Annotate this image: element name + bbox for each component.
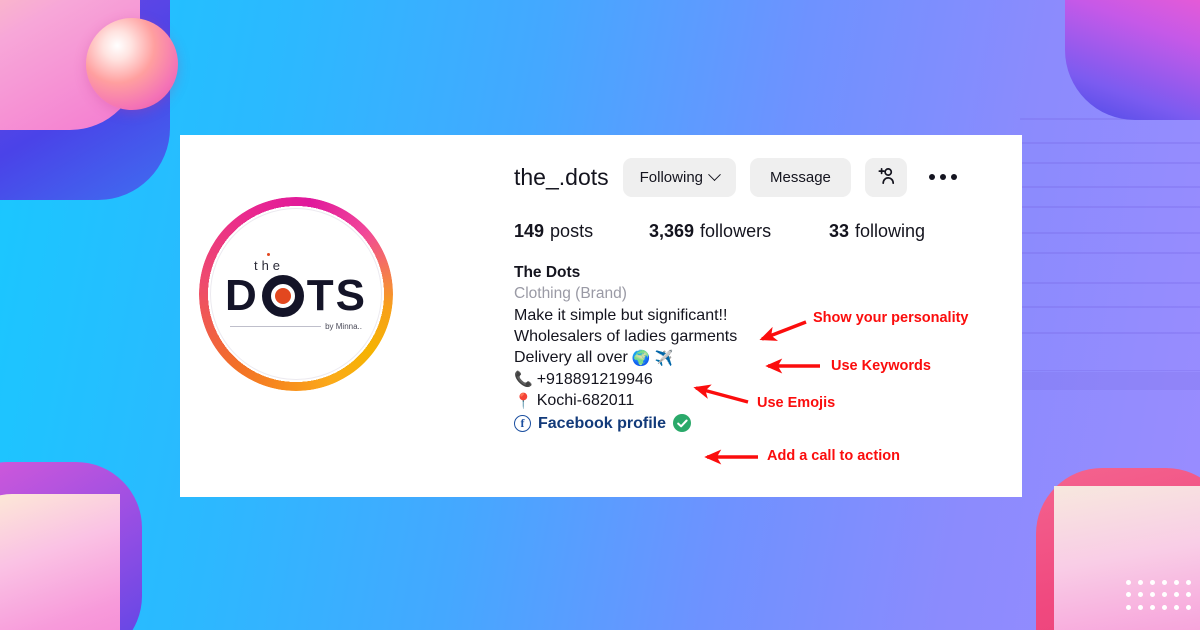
- facebook-link-label: Facebook profile: [538, 414, 667, 432]
- add-person-button[interactable]: [864, 157, 907, 197]
- stat-posts-label: posts: [550, 221, 594, 241]
- annotation-call-to-action: Add a call to action: [767, 448, 900, 464]
- logo-byline: by Minna..: [230, 322, 362, 331]
- bio-facebook-link[interactable]: f Facebook profile: [514, 413, 1014, 434]
- logo-the-text: the: [254, 252, 284, 273]
- annotation-use-emojis: Use Emojis: [757, 395, 836, 411]
- stat-posts-value: 149: [514, 221, 545, 241]
- bio-phone-number: +918891219946: [536, 370, 653, 388]
- globe-icon: 🌍: [631, 349, 651, 367]
- stat-followers[interactable]: 3,369 followers: [649, 221, 829, 242]
- more-dot: [939, 174, 946, 180]
- bio-display-name: The Dots: [514, 264, 581, 281]
- deco-bottom-left-inner-shape: [0, 494, 120, 630]
- more-dot: [928, 174, 935, 180]
- message-button[interactable]: Message: [750, 157, 851, 197]
- annotation-show-personality: Show your personality: [813, 310, 969, 326]
- bio-location-text: Kochi-682011: [536, 392, 635, 410]
- stat-following-value: 33: [829, 221, 850, 241]
- deco-glossy-sphere: [86, 18, 178, 110]
- profile-stats-row: 149 posts 3,369 followers 33 following: [514, 221, 1014, 242]
- airplane-icon: ✈️: [654, 349, 674, 367]
- stat-following-label: following: [855, 221, 926, 241]
- annotation-use-keywords: Use Keywords: [831, 358, 931, 374]
- stat-following[interactable]: 33 following: [829, 221, 925, 242]
- bio-description: Wholesalers of ladies garments: [514, 327, 738, 345]
- more-options-button[interactable]: [928, 174, 957, 180]
- following-button-label: Following: [639, 168, 704, 186]
- avatar[interactable]: the D T S by Minna..: [199, 197, 393, 391]
- stat-followers-label: followers: [700, 221, 772, 241]
- bio-phone: 📞 +918891219946: [514, 369, 1014, 390]
- following-button[interactable]: Following: [622, 157, 737, 197]
- logo-dots-wordmark: D T S: [224, 270, 368, 320]
- profile-details: the_.dots Following Message 149 posts 3,…: [514, 153, 1014, 434]
- stat-posts[interactable]: 149 posts: [514, 221, 649, 242]
- avatar-image: the D T S by Minna..: [210, 208, 382, 380]
- message-button-label: Message: [770, 168, 831, 186]
- deco-top-right-leaf-shape: [1065, 0, 1200, 120]
- logo-o-ring: [261, 274, 304, 317]
- bio-delivery: Delivery all over 🌍 ✈️: [514, 349, 674, 367]
- profile-header-row: the_.dots Following Message: [514, 153, 1014, 201]
- bio-category: Clothing (Brand): [514, 284, 627, 302]
- deco-dot-grid: [1122, 576, 1194, 614]
- more-dot: [950, 174, 957, 180]
- stat-followers-value: 3,369: [649, 221, 695, 241]
- phone-icon: 📞: [514, 371, 533, 389]
- logo-i-dot: [266, 252, 270, 256]
- poster-canvas: the D T S by Minna.. the_.dots Following…: [0, 0, 1200, 630]
- location-pin-icon: 📍: [514, 392, 533, 410]
- facebook-icon: f: [514, 414, 531, 432]
- profile-username: the_.dots: [514, 163, 609, 190]
- logo-center-dot: [274, 287, 291, 304]
- add-person-icon: [876, 166, 896, 189]
- chevron-down-icon: [708, 167, 721, 181]
- verified-check-icon: [673, 414, 692, 433]
